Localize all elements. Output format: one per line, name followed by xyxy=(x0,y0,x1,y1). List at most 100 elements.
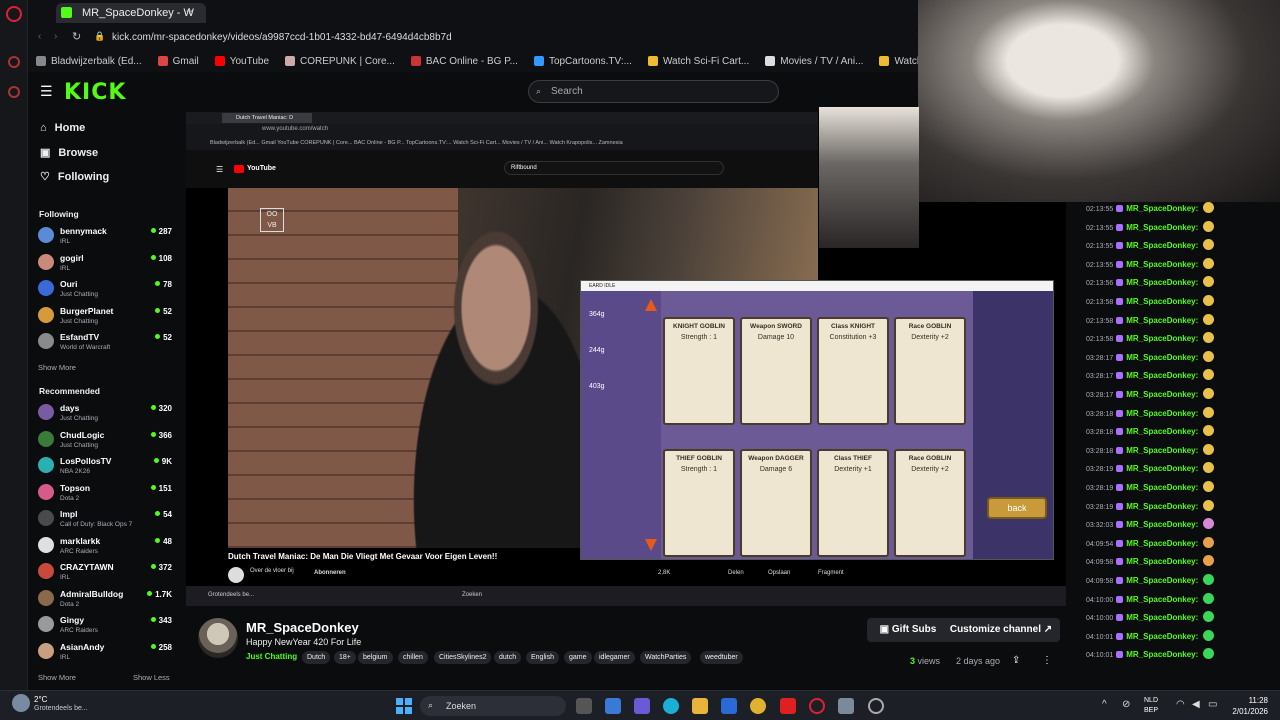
youtube-icon[interactable] xyxy=(780,698,796,714)
channel-item[interactable]: Gingy ARC Raiders 343 xyxy=(38,614,178,638)
weather-icon[interactable] xyxy=(12,694,30,712)
chat-message[interactable]: 02:13:58 MR_SpaceDonkey: xyxy=(1086,332,1280,350)
kick-logo[interactable]: KICK xyxy=(64,80,126,105)
channel-item[interactable]: Ouri Just Chatting 78 xyxy=(38,278,178,302)
channel-item[interactable]: Topson Dota 2 151 xyxy=(38,482,178,506)
stream-tag[interactable]: CitiesSkylines2 xyxy=(434,651,492,664)
channel-item[interactable]: marklarkk ARC Raiders 48 xyxy=(38,535,178,559)
bookmark-item[interactable]: Gmail xyxy=(150,50,207,72)
explorer-icon[interactable] xyxy=(692,698,708,714)
tab-kick[interactable]: MR_SpaceDonkey - W xyxy=(56,3,206,23)
bookmark-item[interactable]: COREPUNK | Core... xyxy=(277,50,403,72)
calculator-icon[interactable] xyxy=(838,698,854,714)
channel-avatar[interactable] xyxy=(198,618,238,658)
search-input[interactable]: Search xyxy=(528,80,779,103)
channel-item[interactable]: lmpl Call of Duty: Black Ops 7 54 xyxy=(38,508,178,532)
teams-icon[interactable] xyxy=(634,698,650,714)
bookmark-item[interactable]: YouTube xyxy=(207,50,277,72)
wifi-icon[interactable]: ◠ xyxy=(1176,699,1185,710)
stream-tag[interactable]: English xyxy=(526,651,559,664)
customize-channel-button[interactable]: Customize channel ↗ xyxy=(942,618,1060,642)
chat-message[interactable]: 03:28:17 MR_SpaceDonkey: xyxy=(1086,388,1280,406)
tray-expand-icon[interactable]: ^ xyxy=(1102,699,1107,710)
stream-category[interactable]: Just Chatting xyxy=(246,652,297,661)
stream-tag[interactable]: Dutch xyxy=(302,651,331,664)
channel-item[interactable]: days Just Chatting 320 xyxy=(38,402,178,426)
chat-message[interactable]: 04:10:00 MR_SpaceDonkey: xyxy=(1086,592,1280,611)
show-more-following[interactable]: Show More xyxy=(38,363,76,372)
chat-message[interactable]: 04:10:01 MR_SpaceDonkey: xyxy=(1086,629,1280,648)
chat-message[interactable]: 02:13:56 MR_SpaceDonkey: xyxy=(1086,276,1280,294)
chrome-icon[interactable] xyxy=(750,698,766,714)
chat-message[interactable]: 02:13:55 MR_SpaceDonkey: xyxy=(1086,220,1280,239)
channel-item[interactable]: BurgerPlanet Just Chatting 52 xyxy=(38,305,178,329)
chat-message[interactable]: 02:13:58 MR_SpaceDonkey: xyxy=(1086,313,1280,332)
channel-item[interactable]: AdmiralBulldog Dota 2 1.7K xyxy=(38,588,178,612)
chat-message[interactable]: 03:28:17 MR_SpaceDonkey: xyxy=(1086,350,1280,369)
channel-name[interactable]: MR_SpaceDonkey xyxy=(246,620,359,635)
channel-item[interactable]: EsfandTV World of Warcraft 52 xyxy=(38,331,178,355)
chat-message[interactable]: 02:13:55 MR_SpaceDonkey: xyxy=(1086,202,1280,220)
history-icon[interactable] xyxy=(8,86,20,98)
back-icon[interactable]: ‹ xyxy=(38,31,41,42)
bookmark-item[interactable]: Watch Krapopolis... xyxy=(871,50,918,72)
bookmark-item[interactable]: TopCartoons.TV:... xyxy=(526,50,640,72)
menu-icon[interactable]: ☰ xyxy=(40,83,53,100)
chat-message[interactable]: 03:28:18 MR_SpaceDonkey: xyxy=(1086,443,1280,462)
chat-message[interactable]: 03:32:03 MR_SpaceDonkey: xyxy=(1086,518,1280,536)
nav-browse[interactable]: ▣ Browse xyxy=(40,146,98,160)
stream-tag[interactable]: weedtuber xyxy=(700,651,743,664)
channel-item[interactable]: CRAZYTAWN IRL 372 xyxy=(38,561,178,585)
volume-icon[interactable]: ◀ xyxy=(1192,699,1200,710)
nav-following[interactable]: ♡ Following xyxy=(40,170,109,184)
nav-home[interactable]: ⌂ Home xyxy=(40,122,85,134)
chat-message[interactable]: 03:28:19 MR_SpaceDonkey: xyxy=(1086,499,1280,518)
chat-message[interactable]: 04:09:54 MR_SpaceDonkey: xyxy=(1086,536,1280,555)
bookmark-item[interactable]: Watch Sci-Fi Cart... xyxy=(640,50,757,72)
battery-icon[interactable]: ▭ xyxy=(1208,699,1217,710)
taskbar-search[interactable]: Zoeken xyxy=(420,696,566,716)
stream-tag[interactable]: chillen xyxy=(398,651,428,664)
bookmark-item[interactable]: Movies / TV / Ani... xyxy=(757,50,871,72)
chat-message[interactable]: 03:28:19 MR_SpaceDonkey: xyxy=(1086,462,1280,480)
chat-message[interactable]: 02:13:58 MR_SpaceDonkey: xyxy=(1086,295,1280,313)
chat-message[interactable]: 04:09:58 MR_SpaceDonkey: xyxy=(1086,574,1280,592)
show-less-recommended[interactable]: Show Less xyxy=(133,673,170,682)
workspace-icon[interactable] xyxy=(8,56,20,68)
more-options-icon[interactable]: ⋮ xyxy=(1042,655,1052,666)
bookmark-item[interactable]: Bladwijzerbalk (Ed... xyxy=(28,50,150,72)
stream-tag[interactable]: game xyxy=(564,651,592,664)
language-indicator[interactable]: NLD BEP xyxy=(1144,696,1158,716)
clock[interactable]: 11:28 2/01/2026 xyxy=(1222,695,1268,717)
stream-tag[interactable]: belgium xyxy=(358,651,393,664)
new-tab-icon[interactable]: + xyxy=(186,4,193,18)
channel-item[interactable]: gogirl IRL 108 xyxy=(38,252,178,276)
share-icon[interactable]: ⇪ xyxy=(1012,655,1020,666)
chat-message[interactable]: 03:28:17 MR_SpaceDonkey: xyxy=(1086,369,1280,387)
stream-tag[interactable]: dutch xyxy=(494,651,522,664)
gift-subs-button[interactable]: ▣ Gift Subs xyxy=(867,618,949,642)
channel-item[interactable]: bennymack IRL 287 xyxy=(38,225,178,249)
reload-icon[interactable]: ↻ xyxy=(72,30,81,43)
chat-message[interactable]: 02:13:55 MR_SpaceDonkey: xyxy=(1086,239,1280,257)
channel-item[interactable]: LosPollosTV NBA 2K26 9K xyxy=(38,455,178,479)
forward-icon[interactable]: › xyxy=(54,31,57,42)
settings-icon[interactable] xyxy=(868,698,884,714)
opera-logo-icon[interactable] xyxy=(6,6,22,22)
url-field[interactable]: kick.com/mr-spacedonkey/videos/a9987ccd-… xyxy=(112,32,452,43)
opera-icon[interactable] xyxy=(809,698,825,714)
stream-tag[interactable]: 18+ xyxy=(334,651,356,664)
chat-message[interactable]: 02:13:55 MR_SpaceDonkey: xyxy=(1086,257,1280,276)
channel-item[interactable]: ChudLogic Just Chatting 366 xyxy=(38,429,178,453)
chat-message[interactable]: 03:28:19 MR_SpaceDonkey: xyxy=(1086,481,1280,499)
stream-tag[interactable]: WatchParties xyxy=(640,651,692,664)
chat-message[interactable]: 04:10:01 MR_SpaceDonkey: xyxy=(1086,648,1280,666)
chat-message[interactable]: 03:28:18 MR_SpaceDonkey: xyxy=(1086,425,1280,443)
outlook-icon[interactable] xyxy=(721,698,737,714)
network-icon[interactable]: ⊘ xyxy=(1122,699,1130,710)
task-view-icon[interactable] xyxy=(576,698,592,714)
chat-message[interactable]: 04:09:58 MR_SpaceDonkey: xyxy=(1086,555,1280,573)
store-icon[interactable] xyxy=(605,698,621,714)
chat-message[interactable]: 04:10:00 MR_SpaceDonkey: xyxy=(1086,611,1280,629)
bookmark-item[interactable]: BAC Online - BG P... xyxy=(403,50,526,72)
